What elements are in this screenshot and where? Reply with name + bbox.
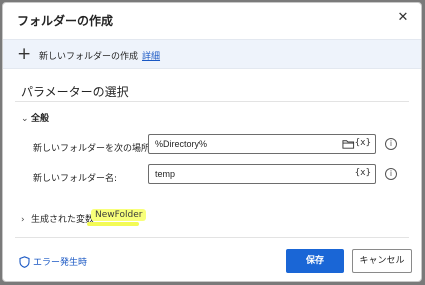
title-bar: フォルダーの作成 ✕ bbox=[3, 3, 421, 37]
folder-location-value: %Directory% bbox=[155, 139, 208, 149]
chevron-right-icon: › bbox=[21, 215, 25, 225]
plus-icon: + bbox=[17, 44, 32, 64]
general-group-toggle[interactable]: ⌄ 全般 bbox=[21, 111, 49, 124]
folder-name-label: 新しいフォルダー名: bbox=[33, 174, 118, 184]
create-folder-dialog: フォルダーの作成 ✕ + 新しいフォルダーの作成 詳細 パラメーターの選択 ⌄ 全般… bbox=[2, 2, 422, 282]
chevron-down-icon: ⌄ bbox=[21, 114, 29, 124]
folder-icon[interactable] bbox=[342, 138, 355, 150]
folder-name-input[interactable]: temp {x} bbox=[148, 164, 376, 184]
folder-name-value: temp bbox=[155, 169, 176, 179]
generated-variables-toggle[interactable]: › 生成された変数 bbox=[21, 212, 94, 225]
highlight-mark bbox=[87, 222, 139, 226]
save-button[interactable]: 保存 bbox=[286, 249, 344, 273]
general-group-label: 全般 bbox=[31, 114, 50, 124]
footer-divider bbox=[15, 237, 409, 238]
cancel-button[interactable]: キャンセル bbox=[352, 249, 412, 273]
banner-description: 新しいフォルダーの作成 bbox=[39, 52, 139, 62]
action-description-banner: + 新しいフォルダーの作成 詳細 bbox=[3, 39, 421, 69]
parameters-section-title: パラメーターの選択 bbox=[21, 85, 129, 99]
shield-icon bbox=[19, 256, 30, 268]
dialog-title: フォルダーの作成 bbox=[17, 14, 114, 28]
folder-location-input[interactable]: %Directory% {x} bbox=[148, 134, 376, 154]
generated-variables-label: 生成された変数 bbox=[31, 215, 95, 225]
variable-icon[interactable]: {x} bbox=[355, 138, 371, 148]
dialog-footer: エラー発生時 保存 キャンセル bbox=[3, 239, 421, 281]
on-error-label: エラー発生時 bbox=[33, 258, 88, 268]
info-icon[interactable]: i bbox=[385, 168, 397, 180]
close-icon[interactable]: ✕ bbox=[395, 10, 411, 26]
info-icon[interactable]: i bbox=[385, 138, 397, 150]
generated-variable-name[interactable]: NewFolder bbox=[91, 209, 147, 221]
on-error-button[interactable]: エラー発生時 bbox=[19, 255, 87, 268]
banner-text: 新しいフォルダーの作成 詳細 bbox=[39, 49, 160, 62]
section-divider bbox=[15, 101, 409, 102]
variable-icon[interactable]: {x} bbox=[355, 168, 371, 178]
details-link[interactable]: 詳細 bbox=[142, 52, 160, 62]
